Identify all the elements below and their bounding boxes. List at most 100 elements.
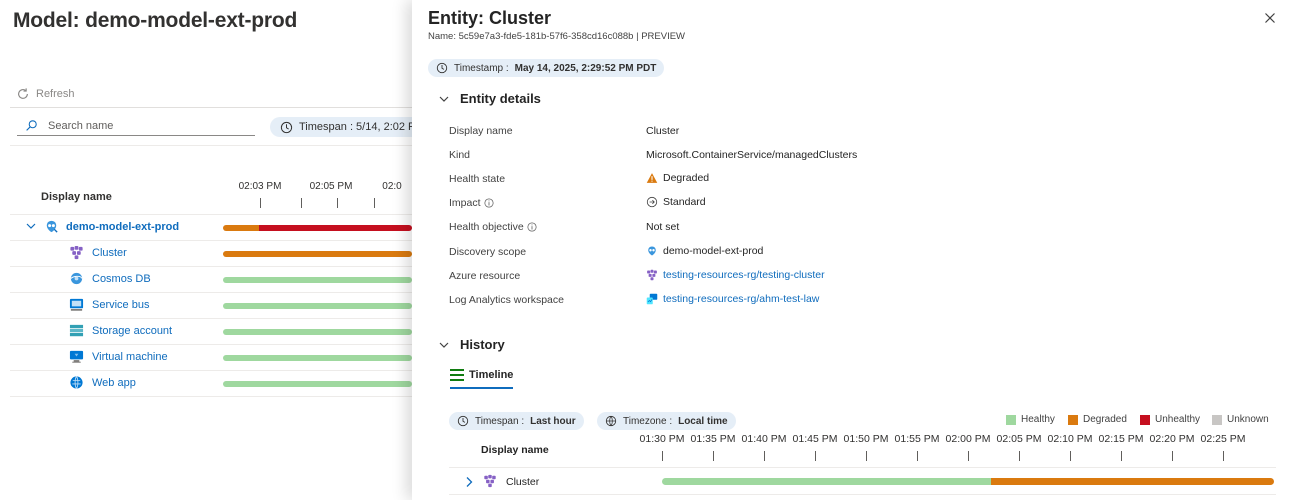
- kubernetes-cluster-icon: [647, 269, 657, 281]
- tick-mark: [1172, 451, 1173, 461]
- legend-swatch: [1006, 414, 1016, 425]
- entity-details-toggle[interactable]: Entity details: [438, 91, 541, 106]
- detail-value: Cluster: [646, 125, 680, 137]
- tree-row-storage-account[interactable]: Storage account: [10, 318, 412, 344]
- chevron-down-icon: [439, 342, 449, 348]
- legend-swatch: [1212, 414, 1222, 425]
- history-timeline-axis: 01:30 PM 01:35 PM 01:40 PM 01:45 PM 01:50 PM…: [640, 433, 1276, 465]
- history-toggle[interactable]: History: [438, 337, 505, 352]
- tree-row-service-bus[interactable]: Service bus: [10, 292, 412, 318]
- tick-label: 01:40 PM: [741, 433, 787, 445]
- tree-row-cosmos-db[interactable]: Cosmos DB: [10, 266, 412, 292]
- timezone-label: Timezone :: [623, 415, 673, 427]
- detail-label: Health state: [449, 173, 506, 185]
- health-timeline-bar: [223, 277, 412, 283]
- tick-mark: [260, 198, 261, 208]
- tree-row-label[interactable]: Service bus: [92, 299, 149, 311]
- legend-item-unknown: Unknown: [1212, 414, 1269, 425]
- timestamp-value: May 14, 2025, 2:29:52 PM PDT: [514, 62, 657, 74]
- detail-label: Discovery scope: [449, 246, 527, 258]
- tick-mark: [815, 451, 816, 461]
- timespan-pill[interactable]: Timespan : Last hour: [449, 412, 584, 430]
- tree-row-virtual-machine[interactable]: Virtual machine: [10, 344, 412, 370]
- info-icon[interactable]: [483, 198, 494, 208]
- history-row-cluster[interactable]: Cluster: [449, 467, 1276, 495]
- close-icon[interactable]: [1264, 12, 1276, 24]
- tick-mark: [337, 198, 338, 208]
- tick-label: 02:25 PM: [1200, 433, 1246, 445]
- bar-segment-healthy: [223, 277, 412, 283]
- tick-mark: [301, 198, 302, 208]
- history-column-header: Display name: [481, 444, 549, 456]
- health-timeline-bar: [223, 225, 412, 231]
- tree-row-label[interactable]: demo-model-ext-prod: [66, 221, 179, 233]
- timespan-filter[interactable]: Timespan : 5/14, 2:02 PM: [270, 117, 435, 137]
- chevron-down-icon[interactable]: [25, 220, 37, 232]
- tree-row-label[interactable]: Cluster: [92, 247, 127, 259]
- timezone-pill[interactable]: Timezone : Local time: [597, 412, 736, 430]
- service-bus-icon: [69, 298, 84, 311]
- tree-row-label[interactable]: Web app: [92, 377, 136, 389]
- bar-segment-healthy: [662, 478, 991, 485]
- detail-value: Not set: [646, 221, 680, 233]
- search-box[interactable]: [17, 116, 255, 136]
- tree-row-cluster[interactable]: Cluster: [10, 240, 412, 266]
- clock-icon: [280, 121, 293, 133]
- tab-label: Timeline: [469, 369, 514, 381]
- log-analytics-link[interactable]: testing-resources-rg/ahm-test-law: [646, 293, 819, 305]
- health-timeline-bar: [223, 303, 412, 309]
- health-timeline-bar: [662, 478, 1274, 485]
- azure-resource-link[interactable]: testing-resources-rg/testing-cluster: [646, 269, 825, 281]
- history-row-label[interactable]: Cluster: [506, 476, 539, 488]
- section-heading: Entity details: [460, 91, 541, 106]
- legend-swatch: [1140, 414, 1150, 425]
- detail-label: Kind: [449, 149, 471, 161]
- info-icon[interactable]: [527, 222, 537, 232]
- tree-row-label[interactable]: Virtual machine: [92, 351, 168, 363]
- page-title: Model: demo-model-ext-prod: [13, 9, 298, 32]
- tick-mark: [662, 451, 663, 461]
- virtual-machine-icon: [69, 350, 84, 363]
- clock-icon: [436, 62, 448, 74]
- web-app-icon: [70, 376, 83, 389]
- bar-segment-degraded: [223, 251, 412, 257]
- timeline-icon: [450, 369, 464, 381]
- divider: [10, 396, 412, 397]
- cosmos-db-icon: [70, 272, 83, 285]
- tab-timeline[interactable]: Timeline: [450, 369, 514, 389]
- entity-details-panel: Entity: Cluster Name: 5c59e7a3-fde5-181b…: [412, 0, 1300, 500]
- tick-mark: [866, 451, 867, 461]
- tick-label: 02:15 PM: [1098, 433, 1144, 445]
- chevron-right-icon[interactable]: [464, 476, 474, 488]
- tick-label: 01:50 PM: [843, 433, 889, 445]
- refresh-icon: [18, 88, 28, 99]
- tree-row-label[interactable]: Cosmos DB: [92, 273, 151, 285]
- log-analytics-icon: [646, 293, 658, 305]
- tick-label: 02:05 PM: [309, 181, 353, 192]
- model-icon: [46, 220, 58, 233]
- tree-row-web-app[interactable]: Web app: [10, 370, 412, 396]
- refresh-button[interactable]: Refresh: [16, 87, 75, 101]
- detail-label: Impact: [449, 197, 494, 209]
- tick-mark: [917, 451, 918, 461]
- detail-label: Health objective: [449, 221, 537, 233]
- tick-mark: [764, 451, 765, 461]
- tree-row-root[interactable]: demo-model-ext-prod: [10, 214, 412, 240]
- tick-label: 02:03 PM: [238, 181, 282, 192]
- tree-row-label[interactable]: Storage account: [92, 325, 172, 337]
- section-heading: History: [460, 337, 505, 352]
- timespan-text: Timespan : 5/14, 2:02 PM: [299, 121, 425, 133]
- search-input[interactable]: [48, 119, 238, 132]
- tick-mark: [1223, 451, 1224, 461]
- legend-item-healthy: Healthy: [1006, 414, 1055, 425]
- globe-icon: [605, 415, 617, 427]
- timestamp-pill[interactable]: Timestamp : May 14, 2025, 2:29:52 PM PDT: [428, 59, 665, 77]
- bar-segment-healthy: [223, 303, 412, 309]
- detail-value-health: Degraded: [646, 172, 709, 184]
- timezone-value: Local time: [678, 415, 728, 427]
- tick-mark: [1070, 451, 1071, 461]
- legend-item-degraded: Degraded: [1068, 414, 1127, 425]
- clock-icon: [457, 415, 469, 427]
- tick-mark: [1121, 451, 1122, 461]
- health-timeline-bar: [223, 251, 412, 257]
